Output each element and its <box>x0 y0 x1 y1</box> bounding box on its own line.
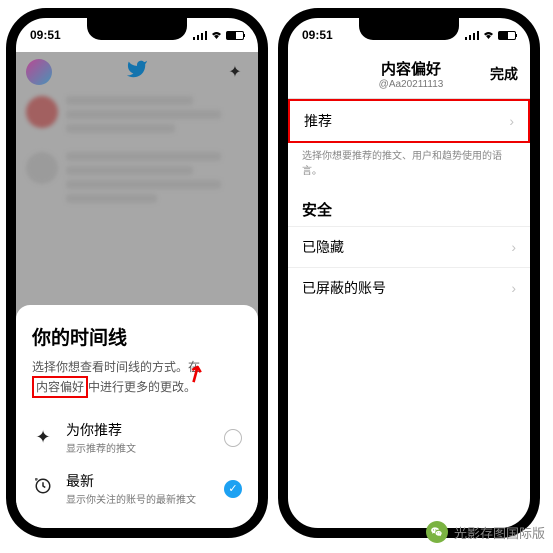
timeline-sheet: 你的时间线 选择你想查看时间线的方式。在内容偏好中进行更多的更改。 ↗ ✦ 为你… <box>16 305 258 528</box>
content-pref-highlight: 内容偏好 <box>32 376 88 398</box>
chevron-right-icon: › <box>509 113 514 129</box>
phone-notch <box>359 18 459 40</box>
radio-unchecked[interactable] <box>224 429 242 447</box>
sheet-title: 你的时间线 <box>32 323 242 350</box>
radio-checked[interactable]: ✓ <box>224 480 242 498</box>
wifi-icon <box>210 30 223 40</box>
row-blocked-accounts[interactable]: 已屏蔽的账号 › <box>288 267 530 308</box>
phone-notch <box>87 18 187 40</box>
option-subtitle: 显示推荐的推文 <box>66 440 212 455</box>
option-subtitle: 显示你关注的账号的最新推文 <box>66 491 212 506</box>
option-title: 为你推荐 <box>66 420 212 440</box>
settings-header: 内容偏好 @Aa20211113 完成 <box>288 52 530 99</box>
user-handle: @Aa20211113 <box>332 79 490 90</box>
watermark: 光影存图国际版 <box>426 521 545 543</box>
option-title: 最新 <box>66 471 212 491</box>
done-button[interactable]: 完成 <box>490 64 518 84</box>
page-title: 内容偏好 <box>332 58 490 79</box>
signal-icon <box>465 31 479 40</box>
watermark-text: 光影存图国际版 <box>454 523 545 542</box>
option-for-you[interactable]: ✦ 为你推荐 显示推荐的推文 <box>32 412 242 463</box>
status-time: 09:51 <box>302 28 333 42</box>
clock-icon <box>32 477 54 500</box>
sparkle-icon: ✦ <box>32 427 54 448</box>
section-safety: 安全 <box>288 191 530 226</box>
wechat-logo-icon <box>426 521 448 543</box>
recommend-row-highlight: 推荐 › <box>288 99 530 143</box>
status-time: 09:51 <box>30 28 61 42</box>
wifi-icon <box>482 30 495 40</box>
row-recommend[interactable]: 推荐 › <box>290 101 528 141</box>
chevron-right-icon: › <box>511 280 516 296</box>
signal-icon <box>193 31 207 40</box>
chevron-right-icon: › <box>511 239 516 255</box>
option-latest[interactable]: 最新 显示你关注的账号的最新推文 ✓ <box>32 463 242 514</box>
row-hidden[interactable]: 已隐藏 › <box>288 226 530 267</box>
sheet-description: 选择你想查看时间线的方式。在内容偏好中进行更多的更改。 ↗ <box>32 358 242 398</box>
battery-icon <box>498 31 516 40</box>
phone-left: 09:51 ✦ <box>6 8 268 538</box>
battery-icon <box>226 31 244 40</box>
phone-right: 09:51 内容偏好 @Aa20211113 完成 推荐 › 选择你想要推荐的推… <box>278 8 540 538</box>
recommend-hint: 选择你想要推荐的推文、用户和趋势使用的语言。 <box>288 143 530 191</box>
